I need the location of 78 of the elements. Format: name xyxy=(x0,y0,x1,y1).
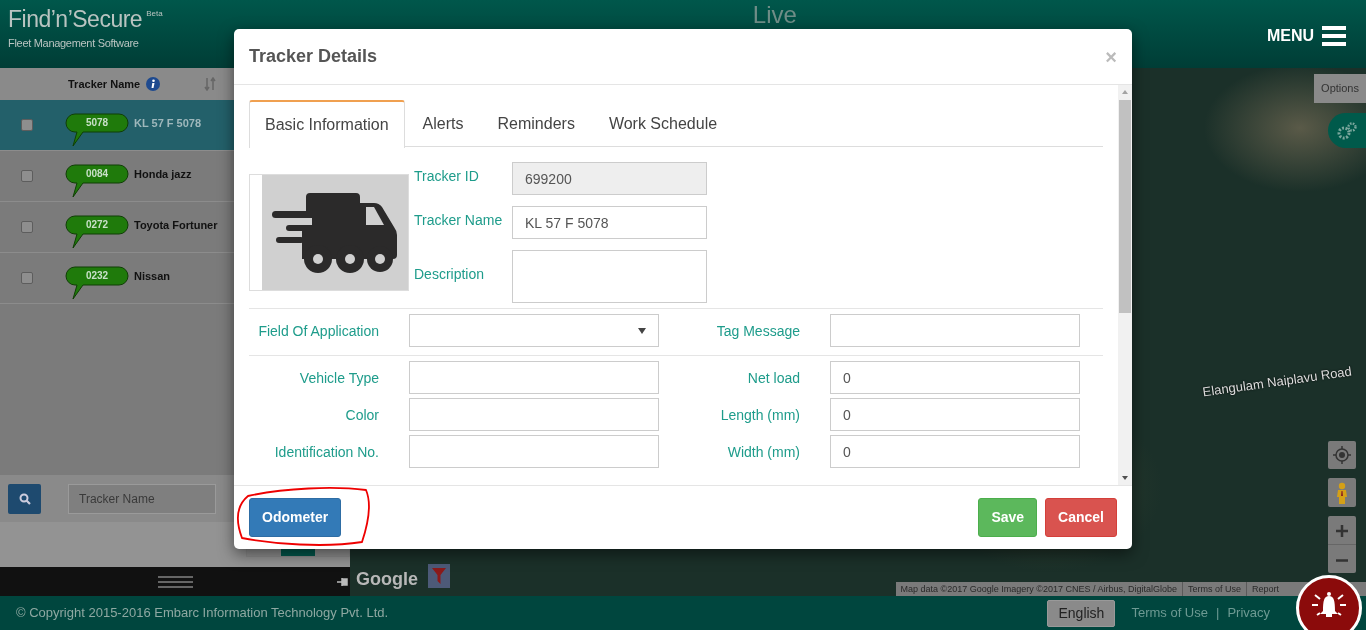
road-label: Elangulam Naiplavu Road xyxy=(1201,362,1353,402)
text-field[interactable] xyxy=(409,361,659,394)
dialog-title: Tracker Details xyxy=(249,45,378,68)
map-logo: Google xyxy=(356,568,418,591)
page-title: Live xyxy=(752,3,797,27)
column-header[interactable]: Tracker Name xyxy=(68,75,141,93)
text-field[interactable]: 0 xyxy=(830,398,1080,431)
checkbox[interactable] xyxy=(21,221,33,233)
logo-tagline: Fleet Management Software xyxy=(8,36,140,51)
checkbox[interactable] xyxy=(21,170,33,182)
tracker-name: KL 57 F 5078 xyxy=(134,115,202,131)
drag-handle-icon[interactable] xyxy=(158,575,193,588)
tracker-badge: 5078 xyxy=(65,113,129,147)
field-label: Tracker Name xyxy=(414,211,504,230)
action-button[interactable]: Save xyxy=(978,498,1038,537)
field-label: Vehicle Type xyxy=(298,369,379,388)
language-button[interactable]: English xyxy=(1047,599,1116,627)
checkbox[interactable] xyxy=(21,119,33,131)
tracker-badge: 0084 xyxy=(65,164,129,198)
text-field[interactable] xyxy=(830,314,1080,347)
filter-icon xyxy=(432,568,446,584)
text-field[interactable] xyxy=(409,398,659,431)
action-button[interactable]: Cancel xyxy=(1045,498,1117,537)
sort-icon[interactable] xyxy=(204,77,217,91)
field-label: Identification No. xyxy=(273,443,379,462)
tracker-badge: 0232 xyxy=(65,266,129,300)
settings-button[interactable] xyxy=(1328,113,1366,148)
tracker-name: Honda jazz xyxy=(134,166,192,182)
text-field[interactable]: 699200 xyxy=(512,162,707,195)
copyright-text: © Copyright 2015-2016 Embarc Information Technology Pvt. Ltd. xyxy=(16,604,389,623)
info-icon xyxy=(146,77,161,91)
field-label: Tag Message xyxy=(715,322,800,341)
tab[interactable]: Reminders xyxy=(481,100,591,147)
pin-icon[interactable] xyxy=(336,575,350,588)
tracker-name: Toyota Fortuner xyxy=(134,217,218,233)
map-attribution: Map data ©2017 Google Imagery ©2017 CNES / Airbus, DigitalGlobe xyxy=(899,583,1178,596)
text-field[interactable]: 0 xyxy=(830,435,1080,468)
text-area[interactable] xyxy=(512,250,707,303)
search-button[interactable] xyxy=(8,483,41,514)
link-separator: | xyxy=(1216,604,1220,623)
beta-label: Beta xyxy=(146,8,163,20)
options-button[interactable]: Options xyxy=(1314,74,1366,103)
select-field[interactable] xyxy=(409,314,659,347)
search-icon xyxy=(18,492,31,505)
field-label: Description xyxy=(414,265,486,284)
tab[interactable]: Basic Information xyxy=(249,100,405,148)
tracker-name: Nissan xyxy=(134,268,171,284)
text-field[interactable]: KL 57 F 5078 xyxy=(512,206,707,239)
tracker-badge: 0272 xyxy=(65,215,129,249)
plus-icon xyxy=(1336,525,1348,538)
caret-icon xyxy=(638,327,646,334)
truck-icon xyxy=(272,192,398,273)
scrollbar[interactable] xyxy=(1118,85,1132,485)
person-icon xyxy=(1336,481,1348,504)
text-field[interactable] xyxy=(409,435,659,468)
text-field[interactable]: 0 xyxy=(830,361,1080,394)
locate-button[interactable] xyxy=(1328,441,1356,469)
field-label: Field Of Application xyxy=(257,322,379,341)
tab[interactable]: Work Schedule xyxy=(592,100,734,147)
tab[interactable]: Alerts xyxy=(406,100,480,147)
footer-link[interactable]: Terms of Use xyxy=(1131,603,1208,623)
footer-link[interactable]: Privacy xyxy=(1227,603,1270,623)
checkbox[interactable] xyxy=(21,272,33,284)
street-view-button[interactable] xyxy=(1328,478,1356,507)
crosshair-icon xyxy=(1333,446,1351,464)
field-label: Tracker ID xyxy=(414,167,480,186)
field-label: Color xyxy=(344,406,379,425)
menu-icon xyxy=(1322,26,1346,46)
logo-text: Find’n’Secure xyxy=(8,8,143,31)
field-label: Length (mm) xyxy=(719,406,800,425)
action-button[interactable]: Odometer xyxy=(249,498,342,537)
gears-icon xyxy=(1337,121,1357,140)
minus-icon xyxy=(1336,558,1348,562)
filter-button[interactable] xyxy=(428,564,450,588)
field-label: Width (mm) xyxy=(726,443,800,462)
search-field[interactable]: Tracker Name xyxy=(68,483,216,514)
menu-button[interactable]: MENU xyxy=(1266,24,1346,48)
field-label: Net load xyxy=(746,369,800,388)
